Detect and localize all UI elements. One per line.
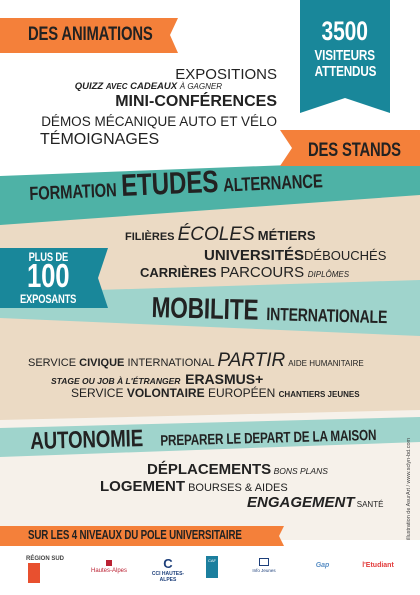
- logo-caf: CAF: [206, 556, 218, 578]
- animations-item: DÉMOS MÉCANIQUE AUTO ET VÉLO: [41, 114, 277, 129]
- animations-item: QUIZZ AVEC CADEAUX À GAGNER: [74, 81, 222, 92]
- footer-banner-text: SUR LES 4 NIVEAUX DU POLE UNIVERSITAIRE: [28, 528, 242, 542]
- autonomie-words: LOGEMENT BOURSES & AIDES: [100, 478, 288, 495]
- mobilite-words: STAGE OU JOB À L'ÉTRANGER ERASMUS+: [51, 371, 264, 387]
- exhibitors-label: EXPOSANTS: [19, 292, 77, 306]
- logo-cci: C CCI HAUTES-ALPES: [151, 556, 185, 583]
- mobilite-words: SERVICE VOLONTAIRE EUROPÉEN CHANTIERS JE…: [71, 386, 360, 400]
- formation-words: FILIÈRES ÉCOLES MÉTIERS: [125, 224, 316, 245]
- animations-item: TÉMOIGNAGES: [40, 131, 160, 148]
- logo-gap: Gap: [315, 562, 330, 569]
- logo-region-sud: RÉGION SUD: [26, 556, 68, 583]
- animations-item: MINI-CONFÉRENCES: [115, 93, 277, 110]
- exhibitors-count: 100: [26, 257, 70, 294]
- visitors-count: 3500: [321, 16, 369, 46]
- animations-title: DES ANIMATIONS: [28, 24, 153, 45]
- credit-text: illustration de AsurArt / www.sclyn-bd.c…: [406, 437, 412, 540]
- formation-words: UNIVERSITÉSDÉBOUCHÉS: [204, 247, 387, 264]
- logo-letudiant: l'Etudiant: [362, 562, 394, 569]
- visitors-label: VISITEURS ATTENDUS: [314, 47, 376, 80]
- formation-words: CARRIÈRES PARCOURS DIPLÔMES: [140, 264, 350, 281]
- mobilite-band-text: MOBILITE INTERNATIONALE: [151, 292, 388, 328]
- autonomie-words: DÉPLACEMENTS BONS PLANS: [147, 461, 328, 478]
- logo-info-jeunes: Info Jeunes: [248, 558, 280, 573]
- logo-hautes-alpes: Hautes-Alpes: [88, 560, 130, 574]
- autonomie-words: ENGAGEMENT SANTÉ: [247, 494, 384, 511]
- mobilite-words: SERVICE CIVIQUE INTERNATIONAL PARTIR AID…: [28, 350, 364, 371]
